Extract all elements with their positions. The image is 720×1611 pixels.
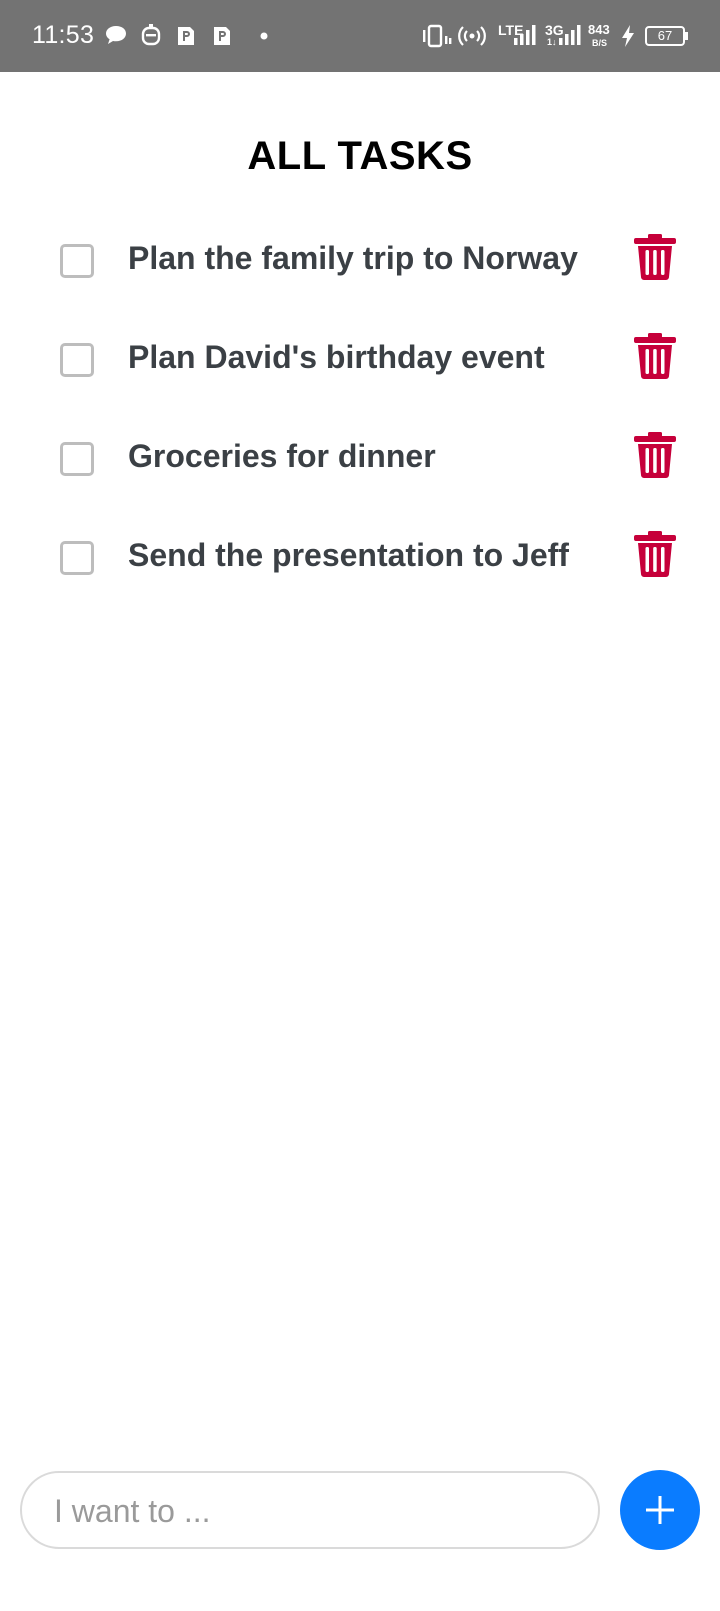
network-activity-label: 1↓: [547, 37, 557, 47]
task-checkbox[interactable]: [60, 541, 94, 575]
page-title: ALL TASKS: [247, 134, 473, 178]
signal-icon: [514, 25, 536, 45]
task-label: Groceries for dinner: [128, 438, 436, 474]
chat-bubble-icon: [106, 26, 126, 44]
hotspot-icon: [458, 26, 486, 46]
task-checkbox[interactable]: [60, 244, 94, 278]
new-task-input[interactable]: [52, 1483, 576, 1539]
task-checkbox[interactable]: [60, 343, 94, 377]
task-item: Plan David's birthday event: [0, 323, 720, 403]
trash-icon: [634, 531, 676, 577]
new-task-field: [20, 1471, 600, 1549]
charging-icon: [622, 25, 634, 47]
vibrate-icon: [423, 24, 452, 48]
signal-icon: [559, 25, 581, 45]
trash-icon: [634, 432, 676, 478]
trash-icon: [634, 234, 676, 280]
notification-dot-icon: [260, 32, 268, 40]
task-label: Send the presentation to Jeff: [128, 537, 569, 573]
task-item: Send the presentation to Jeff: [0, 521, 720, 601]
status-time: 11:53: [32, 21, 95, 49]
robot-icon: [141, 24, 161, 46]
battery-icon: 67: [645, 26, 685, 46]
task-item: Groceries for dinner: [0, 422, 720, 502]
battery-tip: [685, 32, 688, 40]
net-speed-unit: B/S: [592, 38, 608, 48]
status-bar: 11:53 LTE 3G 1↓ 843 B/S 67: [0, 0, 720, 72]
plus-icon: [646, 1496, 674, 1524]
delete-task-button[interactable]: [634, 531, 676, 577]
add-task-button[interactable]: [620, 1470, 700, 1550]
task-label: Plan David's birthday event: [128, 339, 545, 375]
delete-task-button[interactable]: [634, 432, 676, 478]
task-checkbox[interactable]: [60, 442, 94, 476]
task-item: Plan the family trip to Norway: [0, 224, 720, 304]
task-label: Plan the family trip to Norway: [128, 240, 578, 276]
delete-task-button[interactable]: [634, 234, 676, 280]
net-speed-value: 843: [588, 22, 610, 37]
battery-level: 67: [657, 28, 673, 43]
app-p-icon: [214, 27, 230, 45]
app-p-icon: [178, 27, 194, 45]
delete-task-button[interactable]: [634, 333, 676, 379]
trash-icon: [634, 333, 676, 379]
